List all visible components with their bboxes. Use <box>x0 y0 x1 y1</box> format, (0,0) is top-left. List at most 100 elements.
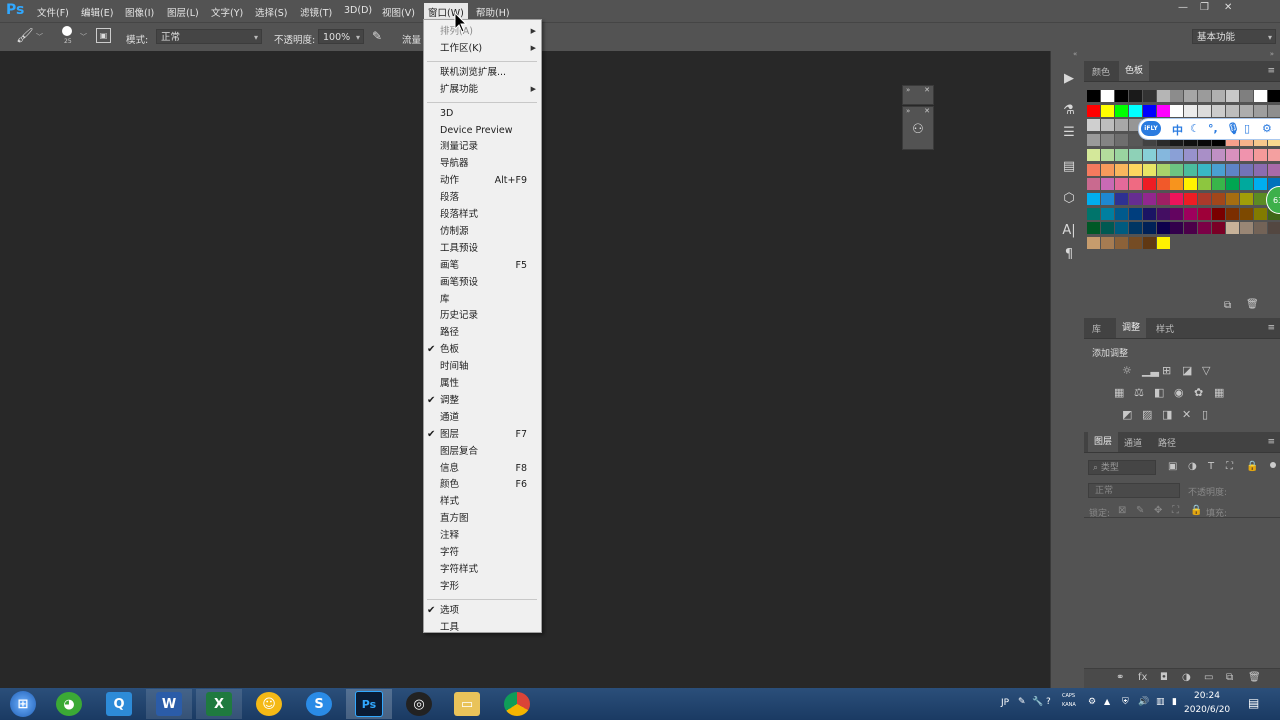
shape-filter-icon[interactable]: ⛶ <box>1226 461 1233 472</box>
tab-libraries[interactable]: 库 <box>1092 322 1101 335</box>
paragraph-icon[interactable]: ¶ <box>1061 247 1077 262</box>
menu-item-row[interactable]: 字形 <box>424 579 541 594</box>
color-swatch[interactable] <box>1128 163 1142 176</box>
color-swatch[interactable] <box>1226 222 1239 235</box>
menu-view[interactable]: 视图(V) <box>382 5 415 19</box>
color-swatch[interactable] <box>1239 207 1253 220</box>
close-button[interactable]: ✕ <box>1224 2 1232 13</box>
color-swatch[interactable] <box>1198 90 1212 102</box>
new-layer-icon[interactable]: ⧉ <box>1226 672 1233 683</box>
menu-item-row[interactable]: 段落 <box>424 190 541 205</box>
close-icon[interactable]: ✕ <box>924 86 930 95</box>
color-swatch[interactable] <box>1156 237 1170 249</box>
color-swatch[interactable] <box>1087 222 1100 235</box>
color-swatch[interactable] <box>1142 104 1156 117</box>
expand-icon[interactable]: « <box>1073 50 1077 58</box>
menu-item-row[interactable]: 扩展功能 ▶ <box>424 82 541 97</box>
chevron-down-icon[interactable]: ﹀ <box>36 32 43 42</box>
color-swatch[interactable] <box>1100 178 1114 191</box>
color-swatch[interactable] <box>1114 90 1128 102</box>
taskbar-obs[interactable]: ◎ <box>396 689 442 719</box>
tab-adjustments[interactable]: 调整 <box>1116 318 1147 338</box>
color-swatch[interactable] <box>1226 90 1239 102</box>
channel-mixer-icon[interactable]: ✿ <box>1194 386 1203 399</box>
chevron-down-icon[interactable]: ﹀ <box>80 32 87 42</box>
menu-item-row[interactable]: 3D <box>424 106 541 121</box>
brush-tool-icon[interactable]: 🖌 <box>16 28 34 44</box>
tray-tools-icon[interactable]: 🔧 <box>1032 697 1043 707</box>
menu-item-row[interactable]: 工具 <box>424 620 541 635</box>
menu-item-row[interactable]: 通道 <box>424 410 541 425</box>
menu-item-row[interactable]: 测量记录 <box>424 139 541 154</box>
taskbar-word[interactable]: W <box>146 689 192 719</box>
folder-icon[interactable]: ▭ <box>1204 672 1213 683</box>
color-swatch[interactable] <box>1198 163 1212 176</box>
color-swatch[interactable] <box>1198 104 1212 117</box>
color-swatch[interactable] <box>1226 163 1239 176</box>
color-swatch[interactable] <box>1156 192 1170 205</box>
color-swatch[interactable] <box>1128 192 1142 205</box>
color-swatch[interactable] <box>1156 90 1170 102</box>
trash-icon[interactable]: 🗑 <box>1246 299 1259 310</box>
expand-icon[interactable]: » <box>906 86 910 95</box>
color-swatch[interactable] <box>1128 237 1142 249</box>
keyboard-icon[interactable]: ▯ <box>1244 122 1250 135</box>
color-swatch[interactable] <box>1170 163 1184 176</box>
color-swatch[interactable] <box>1226 192 1239 205</box>
threshold-icon[interactable]: ◨ <box>1162 408 1172 421</box>
tab-styles[interactable]: 样式 <box>1156 322 1174 335</box>
menu-item-row[interactable]: 颜色 F6 <box>424 477 541 492</box>
lock-position-icon[interactable]: ✥ <box>1154 505 1162 516</box>
color-swatch[interactable] <box>1212 104 1226 117</box>
color-swatch[interactable] <box>1198 222 1212 235</box>
menu-item-row[interactable]: ✔ 色板 <box>424 342 541 357</box>
tray-ime-icon[interactable]: ✎ <box>1018 697 1026 707</box>
brush-settings-icon[interactable]: ⚗ <box>1061 103 1077 118</box>
lock-all-icon[interactable]: 🔒 <box>1190 505 1202 516</box>
color-swatch[interactable] <box>1212 148 1226 161</box>
menu-item-row[interactable]: 工具预设 <box>424 241 541 256</box>
menu-item-row[interactable]: 字符 <box>424 545 541 560</box>
menu-item-row[interactable]: 图层复合 <box>424 444 541 459</box>
close-icon[interactable]: ✕ <box>924 107 930 116</box>
ifly-lang[interactable]: 中 <box>1172 122 1183 138</box>
menu-item-row[interactable]: ✔ 调整 <box>424 393 541 408</box>
color-swatch[interactable] <box>1087 90 1100 102</box>
color-swatch[interactable] <box>1267 163 1280 176</box>
color-swatch[interactable] <box>1100 134 1114 147</box>
menu-item-row[interactable]: ✔ 图层 F7 <box>424 427 541 442</box>
color-swatch[interactable] <box>1239 163 1253 176</box>
color-swatch[interactable] <box>1142 207 1156 220</box>
tab-color[interactable]: 颜色 <box>1092 65 1110 78</box>
tab-paths[interactable]: 路径 <box>1158 436 1176 449</box>
menu-item-row[interactable]: 信息 F8 <box>424 461 541 476</box>
color-swatch[interactable] <box>1184 178 1198 191</box>
character-icon[interactable]: A| <box>1061 223 1077 238</box>
minimize-button[interactable]: — <box>1178 2 1188 13</box>
taskbar-explorer[interactable]: ▭ <box>444 689 490 719</box>
link-icon[interactable]: ⚭ <box>1116 672 1124 683</box>
menu-item-row[interactable]: 样式 <box>424 494 541 509</box>
color-swatch[interactable] <box>1267 148 1280 161</box>
workspace-select[interactable]: 基本功能 ▾ <box>1192 29 1276 44</box>
color-swatch[interactable] <box>1184 148 1198 161</box>
menu-edit[interactable]: 编辑(E) <box>81 5 113 19</box>
color-swatch[interactable] <box>1212 222 1226 235</box>
color-swatch[interactable] <box>1114 104 1128 117</box>
color-swatch[interactable] <box>1114 192 1128 205</box>
color-swatch[interactable] <box>1184 163 1198 176</box>
color-swatch[interactable] <box>1253 192 1267 205</box>
color-swatch[interactable] <box>1142 237 1156 249</box>
color-swatch[interactable] <box>1170 207 1184 220</box>
levels-icon[interactable]: ▁▃ <box>1142 364 1159 377</box>
color-swatch[interactable] <box>1170 222 1184 235</box>
menu-image[interactable]: 图像(I) <box>125 5 154 19</box>
color-swatch[interactable] <box>1114 148 1128 161</box>
menu-layer[interactable]: 图层(L) <box>167 5 199 19</box>
menu-item-row[interactable]: 工作区(K) ▶ <box>424 41 541 56</box>
color-swatch[interactable] <box>1087 237 1100 249</box>
start-button[interactable]: ⊞ <box>0 689 46 719</box>
color-swatch[interactable] <box>1114 207 1128 220</box>
color-swatch[interactable] <box>1156 148 1170 161</box>
color-swatch[interactable] <box>1156 104 1170 117</box>
